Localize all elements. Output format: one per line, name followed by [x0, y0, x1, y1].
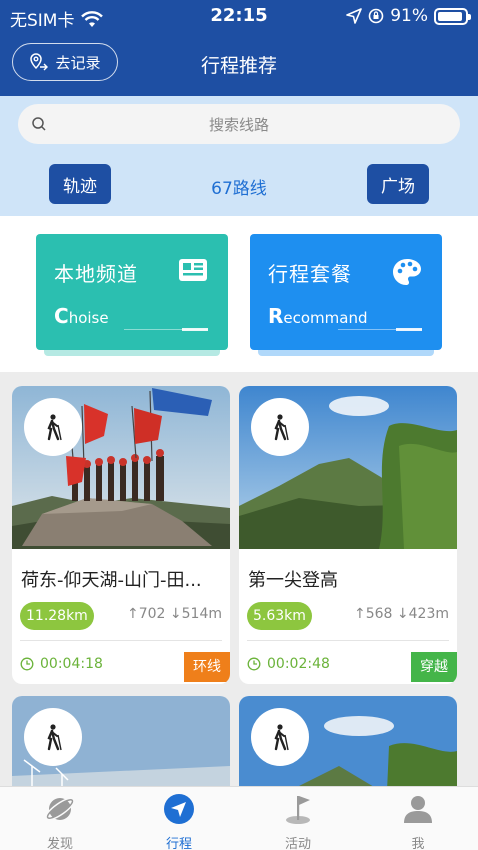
tab-activities[interactable]: 活动	[268, 793, 328, 850]
decor-line-accent	[182, 328, 208, 331]
hiking-badge	[24, 708, 82, 766]
route-elevation: ↑702 ↓514m	[127, 606, 222, 622]
route-card[interactable]	[12, 696, 230, 796]
hiker-icon	[47, 414, 62, 441]
search-input[interactable]: 搜索线路	[18, 104, 460, 144]
divider	[247, 640, 449, 641]
flag-icon	[286, 796, 310, 824]
decor-line-accent	[396, 328, 422, 331]
tab-label: 行程	[165, 837, 192, 850]
tab-label: 活动	[284, 837, 311, 850]
hiking-badge	[251, 398, 309, 456]
descent-arrow-icon: ↓	[396, 606, 409, 622]
hiker-icon	[47, 724, 62, 751]
planet-icon	[45, 797, 75, 821]
local-channel-title: 本地频道	[54, 262, 138, 286]
status-right: 91%	[346, 6, 471, 26]
route-duration: 00:04:18	[20, 656, 103, 672]
route-elevation: ↑568 ↓423m	[354, 606, 449, 622]
battery-percent: 91%	[390, 6, 428, 26]
route-duration: 00:02:48	[247, 656, 330, 672]
app-header: 无SIM卡 22:15 91% 去记录 行程推荐	[0, 0, 478, 96]
user-icon	[404, 796, 432, 823]
tab-me[interactable]: 我	[388, 793, 448, 850]
tab-label: 我	[411, 837, 425, 850]
route-distance: 11.28km	[20, 602, 94, 630]
news-card-icon	[179, 259, 207, 281]
tab-itinerary[interactable]: 行程	[149, 793, 209, 850]
descent-value: 514m	[181, 606, 222, 622]
ascent-value: 702	[138, 606, 166, 622]
trip-package-title: 行程套餐	[268, 262, 352, 286]
plaza-button[interactable]: 广场	[367, 164, 429, 204]
card-shadow	[44, 350, 220, 356]
divider	[20, 640, 222, 641]
clock-icon	[20, 657, 34, 671]
ascent-arrow-icon: ↑	[126, 606, 139, 622]
page-title: 行程推荐	[200, 55, 277, 77]
subtitle-rest: hoise	[68, 309, 109, 327]
status-bar: 无SIM卡 22:15 91%	[0, 0, 478, 34]
card-shadow	[258, 350, 434, 356]
descent-value: 423m	[408, 606, 449, 622]
location-arrow-icon	[346, 8, 363, 24]
route-name: 第一尖登高	[248, 570, 338, 591]
hiker-icon	[274, 414, 289, 441]
clock-icon	[247, 657, 261, 671]
search-section: 搜索线路 轨迹 67路线 广场	[0, 96, 478, 216]
battery-icon	[434, 7, 471, 25]
trip-package-subtitle: Recommand	[268, 304, 368, 328]
route-name: 荷东-仰天湖-山门-田...	[21, 570, 202, 591]
tab-label: 发现	[46, 837, 73, 850]
route-card[interactable]: 荷东-仰天湖-山门-田... 11.28km ↑702 ↓514m 00:04:…	[12, 386, 230, 684]
route-card[interactable]	[239, 696, 457, 796]
search-placeholder: 搜索线路	[208, 116, 269, 134]
local-channel-card[interactable]: 本地频道 Choise	[36, 234, 228, 356]
route-distance: 5.63km	[247, 602, 312, 630]
trip-package-card[interactable]: 行程套餐 Recommand	[250, 234, 442, 356]
duration-value: 00:04:18	[40, 656, 103, 672]
feature-section: 本地频道 Choise 行程套餐 Recommand	[0, 216, 478, 372]
palette-icon	[393, 259, 421, 285]
hiking-badge	[251, 708, 309, 766]
ascent-value: 568	[365, 606, 393, 622]
descent-arrow-icon: ↓	[169, 606, 182, 622]
local-channel-subtitle: Choise	[54, 304, 109, 328]
ascent-arrow-icon: ↑	[353, 606, 366, 622]
navigation-arrow-icon	[164, 794, 194, 824]
hiker-icon	[274, 724, 289, 751]
subtitle-initial: C	[54, 304, 69, 328]
tab-bar: 发现 行程 活动 我	[0, 786, 478, 850]
subtitle-initial: R	[268, 304, 284, 328]
subtitle-rest: ecommand	[283, 309, 368, 327]
rotation-lock-icon	[368, 8, 384, 24]
hiking-badge	[24, 398, 82, 456]
tab-discover[interactable]: 发现	[30, 793, 90, 850]
duration-value: 00:02:48	[267, 656, 330, 672]
route-card[interactable]: 第一尖登高 5.63km ↑568 ↓423m 00:02:48 穿越	[239, 386, 457, 684]
route-type-tag: 穿越	[411, 652, 457, 682]
route-type-tag: 环线	[184, 652, 230, 682]
